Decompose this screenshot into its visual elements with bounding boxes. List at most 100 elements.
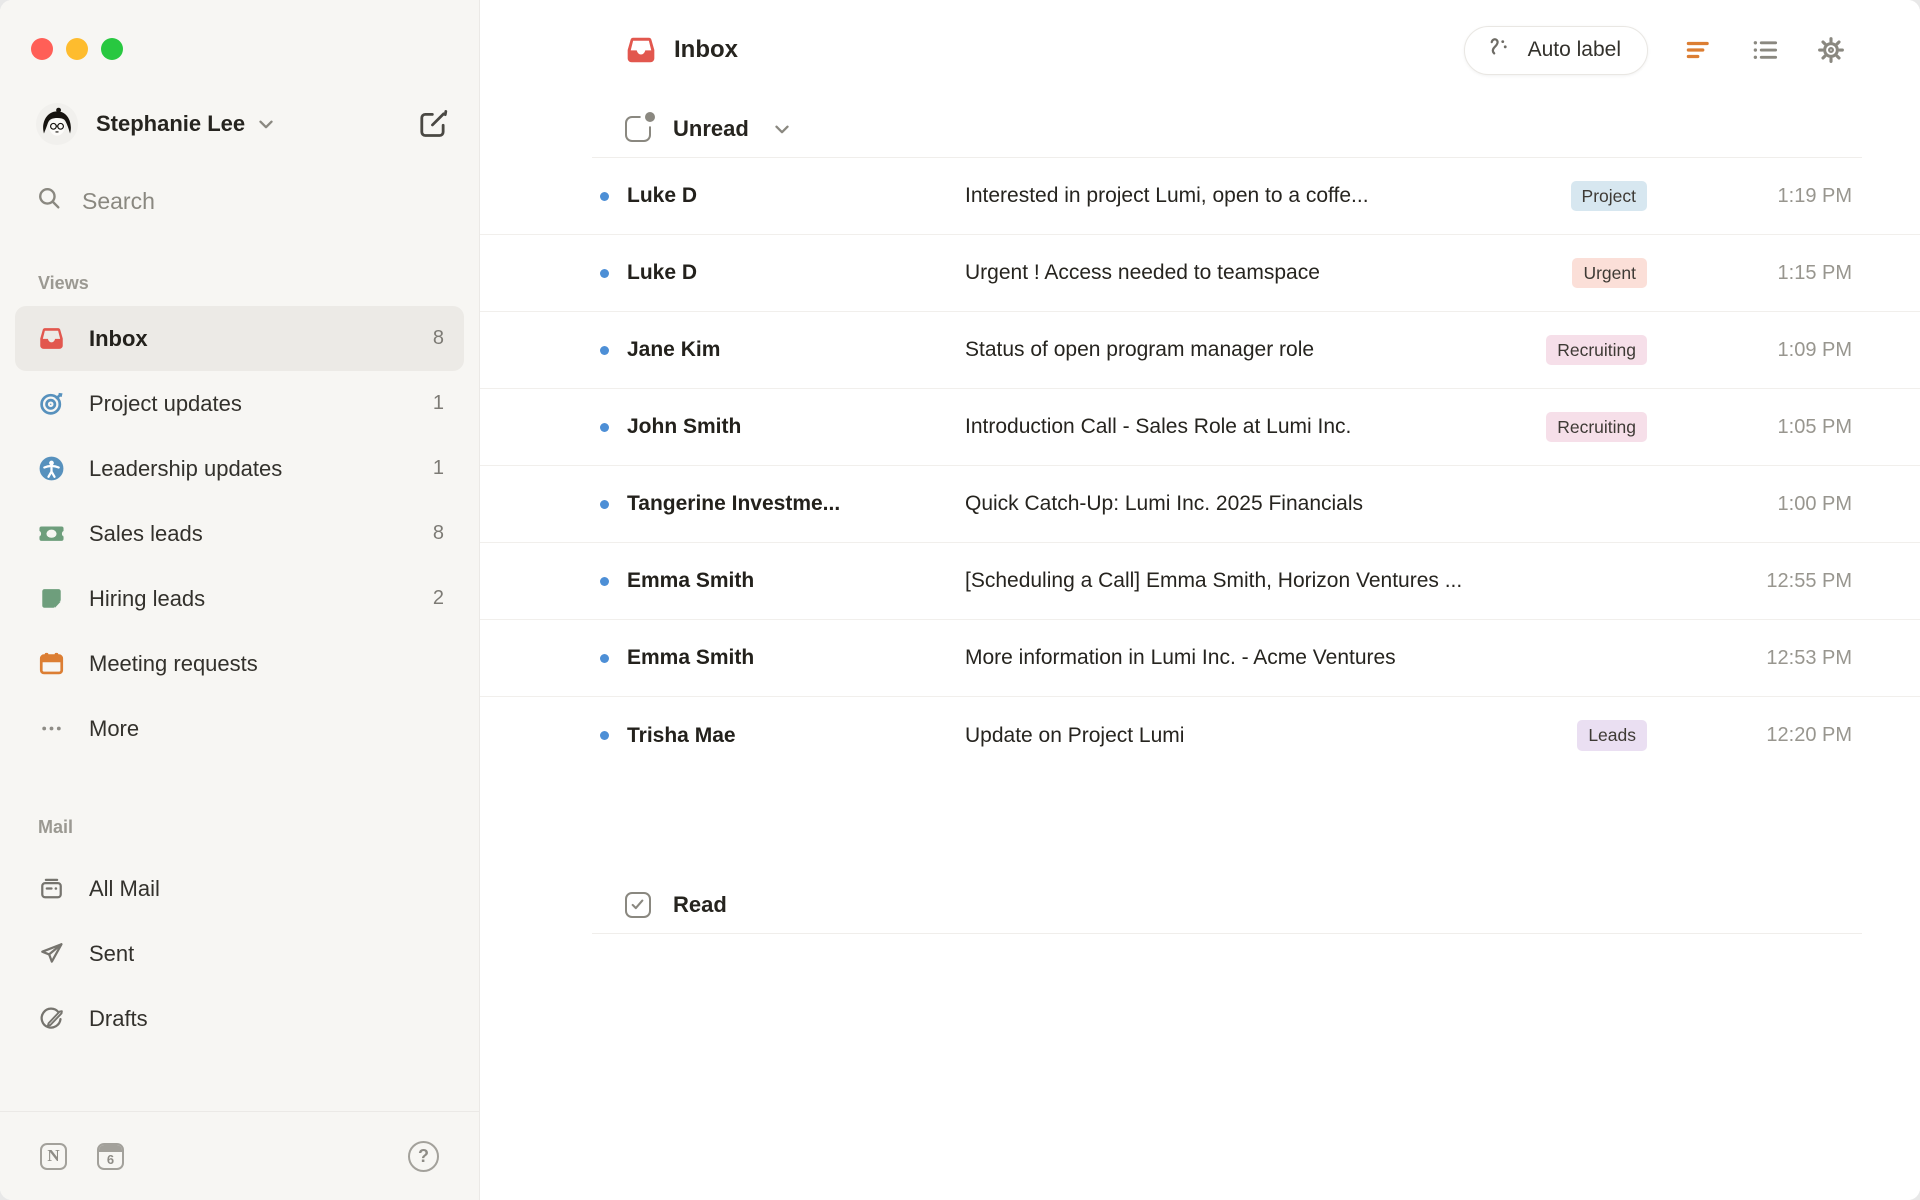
email-subject: More information in Lumi Inc. - Acme Ven… [965, 646, 1396, 669]
chevron-down-icon[interactable] [255, 113, 277, 135]
email-time: 1:09 PM [1777, 338, 1852, 361]
list-view-icon[interactable] [1750, 35, 1780, 65]
sidebar-item-hiring-leads[interactable]: Hiring leads 2 [15, 566, 464, 631]
email-sender: Trisha Mae [627, 723, 736, 747]
unread-dot-icon [600, 345, 609, 355]
sidebar-item-count: 8 [432, 522, 444, 544]
email-subject: Interested in project Lumi, open to a co… [965, 184, 1369, 207]
sidebar-item-inbox[interactable]: Inbox 8 [15, 306, 464, 371]
more-icon [38, 715, 65, 742]
read-checkbox-icon [625, 892, 651, 918]
email-row[interactable]: John Smith Introduction Call - Sales Rol… [480, 389, 1920, 466]
sidebar-item-more[interactable]: More [15, 696, 464, 761]
main-header: Inbox Auto label [480, 0, 1920, 75]
sidebar-item-meeting-requests[interactable]: Meeting requests [15, 631, 464, 696]
mail-nav: All Mail Sent Drafts [0, 856, 479, 1051]
sidebar-item-label: Sent [89, 940, 135, 966]
unread-section-header[interactable]: Unread [625, 108, 793, 150]
views-section-label: Views [38, 273, 89, 293]
email-tag-badge: Recruiting [1546, 334, 1647, 366]
filter-icon[interactable] [1684, 35, 1714, 65]
notion-app-icon[interactable]: N [40, 1142, 67, 1170]
email-sender: John Smith [627, 415, 742, 438]
sidebar-item-label: Inbox [89, 325, 148, 351]
compose-icon[interactable] [417, 108, 449, 140]
unread-section-label: Unread [673, 116, 749, 141]
unread-dot-icon [600, 731, 609, 740]
email-row[interactable]: Emma Smith [Scheduling a Call] Emma Smit… [480, 543, 1920, 620]
sidebar-item-label: Sales leads [89, 520, 203, 546]
search-row[interactable]: Search [36, 185, 449, 217]
account-name[interactable]: Stephanie Lee [96, 111, 245, 137]
page-title: Inbox [674, 36, 738, 63]
unread-dot-icon [600, 499, 609, 509]
calendar-app-icon[interactable]: 6 [97, 1142, 124, 1170]
sidebar: Stephanie Lee Search Views Inbox 8 Proje… [0, 0, 480, 1200]
unread-dot-icon [600, 191, 609, 201]
calendar-icon [38, 650, 65, 677]
help-icon[interactable]: ? [408, 1140, 439, 1172]
close-window-button[interactable] [31, 38, 53, 60]
minimize-window-button[interactable] [66, 38, 88, 60]
app-window: Stephanie Lee Search Views Inbox 8 Proje… [0, 0, 1920, 1200]
auto-label-button[interactable]: Auto label [1463, 25, 1648, 75]
email-list: Luke D Interested in project Lumi, open … [480, 158, 1920, 774]
unread-dot-icon [600, 268, 609, 278]
sidebar-item-count: 1 [432, 392, 444, 414]
sidebar-item-project-updates[interactable]: Project updates 1 [15, 371, 464, 436]
auto-label-button-label: Auto label [1527, 38, 1621, 61]
email-sender: Emma Smith [627, 646, 755, 669]
search-icon [36, 185, 62, 217]
sidebar-item-sent[interactable]: Sent [15, 921, 464, 986]
email-subject: Urgent ! Access needed to teamspace [965, 261, 1320, 284]
email-row[interactable]: Tangerine Investme... Quick Catch-Up: Lu… [480, 466, 1920, 543]
drafts-icon [38, 1005, 65, 1032]
sidebar-item-count: 2 [432, 587, 444, 609]
inbox-icon [625, 34, 657, 66]
sidebar-item-drafts[interactable]: Drafts [15, 986, 464, 1051]
email-time: 12:55 PM [1766, 569, 1852, 592]
zoom-window-button[interactable] [101, 38, 123, 60]
auto-label-icon [1487, 34, 1514, 67]
email-tag-badge: Project [1570, 180, 1647, 212]
email-time: 1:00 PM [1777, 492, 1852, 515]
settings-gear-icon[interactable] [1816, 35, 1846, 65]
email-subject: Quick Catch-Up: Lumi Inc. 2025 Financial… [965, 492, 1364, 515]
email-time: 12:53 PM [1766, 646, 1852, 669]
leadership-icon [38, 455, 65, 482]
email-subject: [Scheduling a Call] Emma Smith, Horizon … [965, 569, 1463, 592]
email-time: 1:15 PM [1777, 261, 1852, 284]
sidebar-item-sales-leads[interactable]: Sales leads 8 [15, 501, 464, 566]
sidebar-footer: N 6 ? [0, 1111, 479, 1200]
email-subject: Introduction Call - Sales Role at Lumi I… [965, 415, 1352, 438]
unread-dot-icon [600, 422, 609, 432]
mail-section-label: Mail [38, 817, 74, 837]
email-subject: Update on Project Lumi [965, 723, 1185, 747]
sidebar-item-label: Drafts [89, 1005, 148, 1031]
unread-dot-icon [600, 653, 609, 663]
sidebar-item-label: All Mail [89, 875, 160, 901]
email-row[interactable]: Trisha Mae Update on Project Lumi Leads … [480, 697, 1920, 774]
email-sender: Emma Smith [627, 569, 755, 592]
email-row[interactable]: Emma Smith More information in Lumi Inc.… [480, 620, 1920, 697]
target-icon [38, 390, 65, 417]
read-section-label: Read [673, 892, 727, 917]
avatar[interactable] [36, 103, 78, 145]
allmail-icon [38, 875, 65, 902]
email-row[interactable]: Luke D Interested in project Lumi, open … [480, 158, 1920, 235]
main-panel: Inbox Auto label Unread Luke D Intereste… [480, 0, 1920, 1200]
email-tag-badge: Urgent [1572, 257, 1647, 289]
chevron-down-icon [771, 118, 793, 140]
sidebar-item-count: 8 [432, 327, 444, 349]
email-sender: Luke D [627, 261, 698, 284]
sidebar-item-label: Hiring leads [89, 585, 206, 611]
email-row[interactable]: Luke D Urgent ! Access needed to teamspa… [480, 235, 1920, 312]
sidebar-item-all-mail[interactable]: All Mail [15, 856, 464, 921]
email-row[interactable]: Jane Kim Status of open program manager … [480, 312, 1920, 389]
email-sender: Tangerine Investme... [627, 492, 841, 515]
sidebar-item-leadership-updates[interactable]: Leadership updates 1 [15, 436, 464, 501]
header-controls: Auto label [1463, 25, 1846, 75]
read-section-header[interactable]: Read [625, 884, 727, 926]
profile-row: Stephanie Lee [36, 103, 449, 145]
sent-icon [38, 940, 65, 967]
